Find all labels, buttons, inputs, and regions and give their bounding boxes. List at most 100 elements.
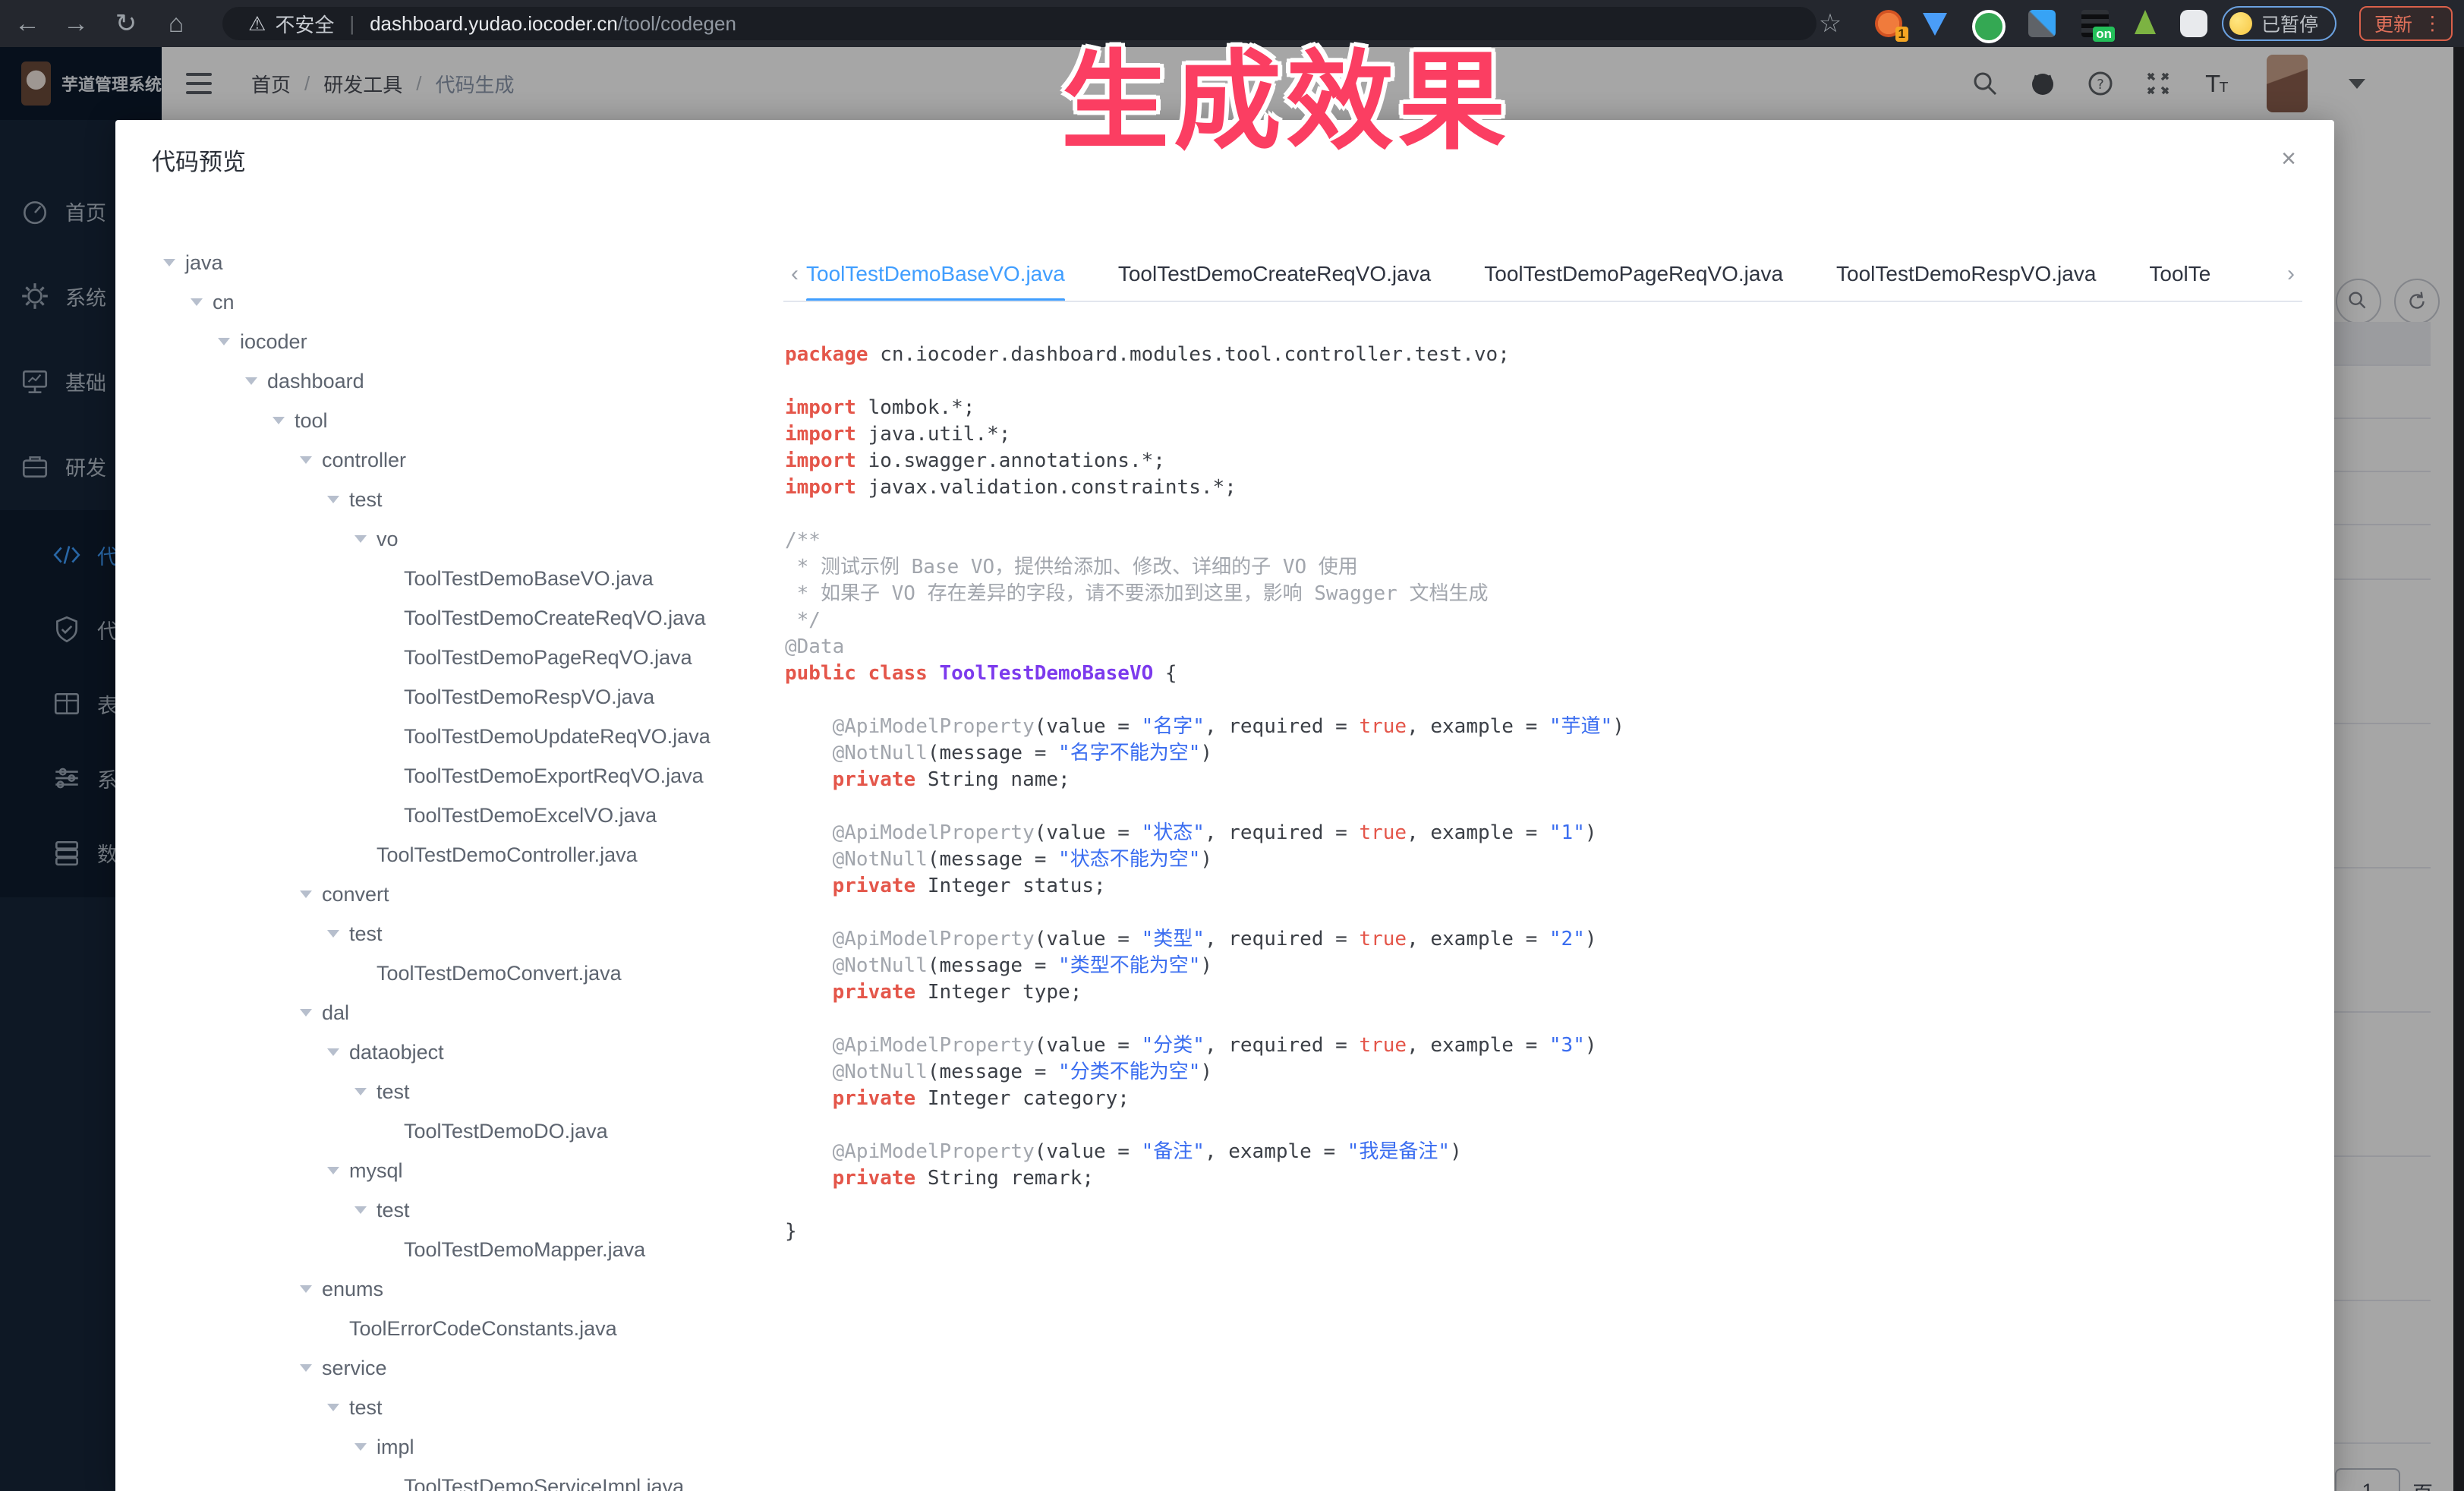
tree-file[interactable]: ToolTestDemoConvert.java xyxy=(161,954,776,993)
tree-folder[interactable]: impl xyxy=(161,1427,776,1467)
screenshot-root: ← → ↻ ⌂ ⚠ 不安全 | dashboard.yudao.iocoder.… xyxy=(0,0,2464,1491)
address-bar[interactable]: ⚠ 不安全 | dashboard.yudao.iocoder.cn/tool/… xyxy=(222,7,1816,40)
tree-file[interactable]: ToolErrorCodeConstants.java xyxy=(161,1309,776,1348)
tree-file[interactable]: ToolTestDemoController.java xyxy=(161,835,776,875)
tree-file[interactable]: ToolTestDemoPageReqVO.java xyxy=(161,638,776,677)
tree-expand-icon[interactable] xyxy=(327,1404,339,1411)
tree-file[interactable]: ToolTestDemoBaseVO.java xyxy=(161,559,776,598)
tree-expand-icon[interactable] xyxy=(300,456,312,464)
tree-folder[interactable]: test xyxy=(161,1072,776,1111)
tabs-prev-icon[interactable]: ‹ xyxy=(783,261,806,287)
tree-folder[interactable]: dal xyxy=(161,993,776,1032)
tab-ToolTestDemoPageReqVO.java[interactable]: ToolTestDemoPageReqVO.java xyxy=(1484,247,1783,301)
tree-folder[interactable]: test xyxy=(161,914,776,954)
code-preview-modal: 代码预览 × javacniocoderdashboardtoolcontrol… xyxy=(115,120,2334,1491)
tree-file[interactable]: ToolTestDemoExcelVO.java xyxy=(161,796,776,835)
extension-icon-2[interactable] xyxy=(1923,13,1947,36)
tree-expand-icon[interactable] xyxy=(300,1009,312,1017)
code-line: @ApiModelProperty(value = "名字", required… xyxy=(785,714,2289,740)
browser-reload-icon[interactable]: ↻ xyxy=(105,0,147,47)
tree-expand-icon[interactable] xyxy=(327,1167,339,1174)
code-line: * 如果子 VO 存在差异的字段，请不要添加到这里，影响 Swagger 文档生… xyxy=(785,581,2289,607)
tabs-next-icon[interactable]: › xyxy=(2280,261,2302,287)
tree-file[interactable]: ToolTestDemoUpdateReqVO.java xyxy=(161,717,776,756)
code-line xyxy=(785,687,2289,714)
extension-icon-5[interactable]: on xyxy=(2081,10,2109,37)
window-right-edge xyxy=(2453,47,2464,1491)
tree-expand-icon[interactable] xyxy=(191,298,203,306)
extension-icon-6[interactable] xyxy=(2135,10,2156,34)
browser-home-icon[interactable]: ⌂ xyxy=(155,0,197,47)
tree-folder[interactable]: dataobject xyxy=(161,1032,776,1072)
code-line xyxy=(785,793,2289,820)
tree-expand-icon[interactable] xyxy=(327,930,339,938)
extension-icon-4[interactable] xyxy=(2028,10,2056,37)
tree-file[interactable]: ToolTestDemoRespVO.java xyxy=(161,677,776,717)
tree-file[interactable]: ToolTestDemoDO.java xyxy=(161,1111,776,1151)
tab-ToolTestDemoCreateReqVO.java[interactable]: ToolTestDemoCreateReqVO.java xyxy=(1118,247,1431,301)
tree-folder[interactable]: dashboard xyxy=(161,361,776,401)
tab-ToolTestDemoBaseVO.java[interactable]: ToolTestDemoBaseVO.java xyxy=(806,247,1065,301)
tree-folder[interactable]: cn xyxy=(161,282,776,322)
tree-folder[interactable]: enums xyxy=(161,1269,776,1309)
tree-folder[interactable]: controller xyxy=(161,440,776,480)
tree-folder[interactable]: convert xyxy=(161,875,776,914)
security-warning-icon: ⚠ xyxy=(248,12,266,36)
code-line: /** xyxy=(785,528,2289,554)
tree-file[interactable]: ToolTestDemoCreateReqVO.java xyxy=(161,598,776,638)
code-line xyxy=(785,368,2289,395)
tree-folder[interactable]: test xyxy=(161,1190,776,1230)
tree-file[interactable]: ToolTestDemoMapper.java xyxy=(161,1230,776,1269)
modal-title: 代码预览 xyxy=(152,143,246,177)
tree-expand-icon[interactable] xyxy=(245,377,257,385)
tree-expand-icon[interactable] xyxy=(327,1048,339,1056)
bookmark-star-icon[interactable]: ☆ xyxy=(1809,0,1851,47)
tab-ToolTestDemoRespVO.java[interactable]: ToolTestDemoRespVO.java xyxy=(1836,247,2096,301)
tree-folder[interactable]: java xyxy=(161,243,776,282)
extensions-puzzle-icon[interactable] xyxy=(2180,10,2207,37)
code-line xyxy=(785,1192,2289,1218)
profile-paused-chip[interactable]: 已暂停 xyxy=(2222,6,2336,41)
tree-expand-icon[interactable] xyxy=(273,417,285,424)
code-line: @ApiModelProperty(value = "类型", required… xyxy=(785,926,2289,953)
code-line: @ApiModelProperty(value = "分类", required… xyxy=(785,1032,2289,1059)
tree-file[interactable]: ToolTestDemoExportReqVO.java xyxy=(161,756,776,796)
tree-folder[interactable]: mysql xyxy=(161,1151,776,1190)
tree-folder[interactable]: test xyxy=(161,480,776,519)
tree-file[interactable]: ToolTestDemoServiceImpl.java xyxy=(161,1467,776,1491)
tree-expand-icon[interactable] xyxy=(218,338,230,345)
browser-update-button[interactable]: 更新 ⋮ xyxy=(2359,6,2453,41)
tree-expand-icon[interactable] xyxy=(300,1364,312,1372)
extension-badge: 1 xyxy=(1895,27,1908,42)
tree-folder[interactable]: service xyxy=(161,1348,776,1388)
tree-folder[interactable]: test xyxy=(161,1388,776,1427)
browser-forward-icon[interactable]: → xyxy=(55,0,97,47)
extension-icon-1[interactable]: 1 xyxy=(1875,10,1902,37)
code-line: private Integer status; xyxy=(785,873,2289,900)
security-label: 不安全 xyxy=(275,10,334,38)
code-line: @NotNull(message = "名字不能为空") xyxy=(785,740,2289,767)
tree-expand-icon[interactable] xyxy=(327,496,339,503)
extension-icon-3[interactable] xyxy=(1972,10,2006,43)
tree-expand-icon[interactable] xyxy=(300,1285,312,1293)
code-line xyxy=(785,501,2289,528)
tree-expand-icon[interactable] xyxy=(354,1443,367,1451)
paused-label: 已暂停 xyxy=(2261,10,2318,37)
tab-ToolTe[interactable]: ToolTe xyxy=(2149,247,2210,301)
code-line: public class ToolTestDemoBaseVO { xyxy=(785,660,2289,687)
tree-expand-icon[interactable] xyxy=(163,259,175,266)
tree-expand-icon[interactable] xyxy=(354,535,367,543)
tree-folder[interactable]: vo xyxy=(161,519,776,559)
close-icon[interactable]: × xyxy=(2281,146,2296,172)
file-tabs: ToolTestDemoBaseVO.java ToolTestDemoCreat… xyxy=(806,247,2280,301)
file-tree: javacniocoderdashboardtoolcontrollertest… xyxy=(161,243,776,1491)
tree-expand-icon[interactable] xyxy=(300,891,312,898)
code-line: private String remark; xyxy=(785,1165,2289,1192)
tree-folder[interactable]: tool xyxy=(161,401,776,440)
tree-folder[interactable]: iocoder xyxy=(161,322,776,361)
browser-menu-dots-icon[interactable]: ⋮ xyxy=(2423,12,2442,35)
browser-back-icon[interactable]: ← xyxy=(6,0,49,47)
tree-expand-icon[interactable] xyxy=(354,1088,367,1095)
tree-expand-icon[interactable] xyxy=(354,1206,367,1214)
code-line: @ApiModelProperty(value = "状态", required… xyxy=(785,820,2289,846)
